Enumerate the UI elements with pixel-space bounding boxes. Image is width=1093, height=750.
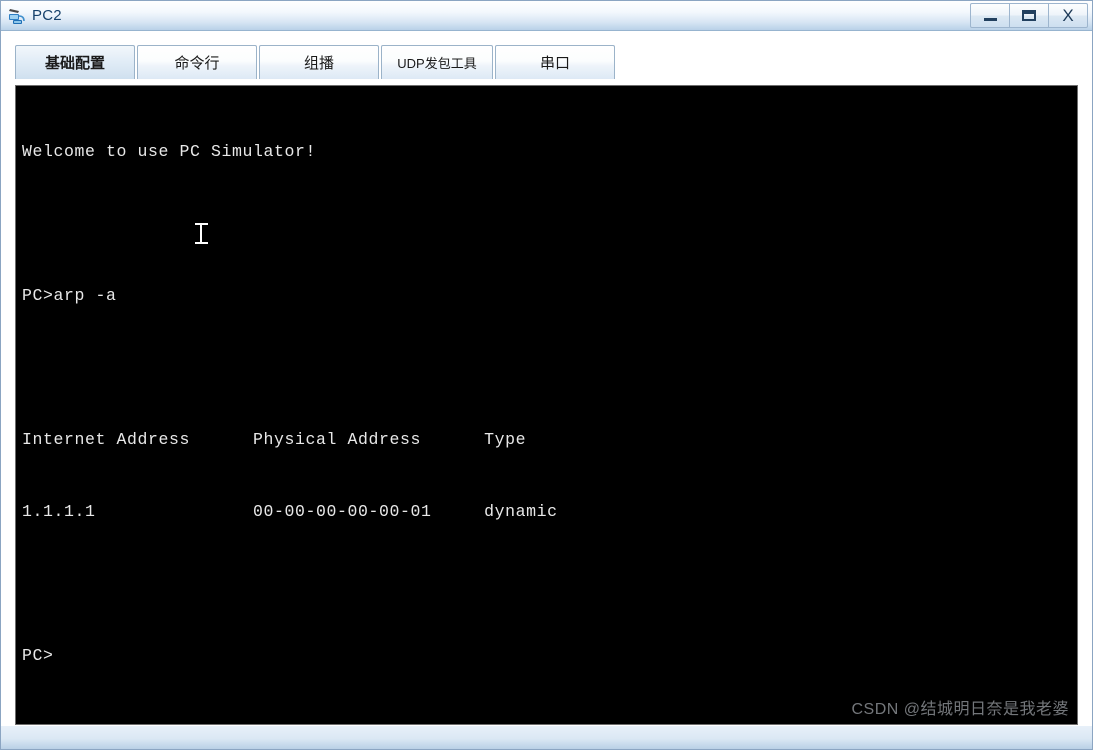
tab-multicast[interactable]: 组播 xyxy=(259,45,379,79)
terminal-line: Welcome to use PC Simulator! xyxy=(22,142,317,161)
maximize-icon xyxy=(1022,10,1036,21)
window-controls: X xyxy=(970,3,1088,28)
pc-device-icon xyxy=(7,6,27,26)
tab-command-line[interactable]: 命令行 xyxy=(137,45,257,79)
minimize-button[interactable] xyxy=(970,3,1010,28)
terminal-line: Internet Address Physical Address Type xyxy=(22,430,527,449)
tab-label: 基础配置 xyxy=(44,55,105,72)
terminal-output[interactable]: Welcome to use PC Simulator! PC>arp -a I… xyxy=(16,86,1077,724)
tab-udp-packet-tool[interactable]: UDP发包工具 xyxy=(381,45,493,79)
terminal-line: 1.1.1.1 00-00-00-00-00-01 dynamic xyxy=(22,502,558,521)
minimize-icon xyxy=(983,17,997,21)
window-title: PC2 xyxy=(32,6,62,24)
maximize-button[interactable] xyxy=(1009,3,1049,28)
tab-label: 组播 xyxy=(303,55,334,72)
title-bar[interactable]: PC2 X xyxy=(1,1,1092,31)
tab-basic-config[interactable]: 基础配置 xyxy=(15,45,135,79)
terminal-line: PC> xyxy=(22,646,54,665)
text-cursor-icon xyxy=(195,222,208,246)
pc-simulator-window: PC2 X 基础配置 命令行 组播 UDP发包工具 串口 Welcome to … xyxy=(0,0,1093,750)
close-icon: X xyxy=(1062,6,1074,25)
tab-label: 串口 xyxy=(539,55,570,72)
tab-label: UDP发包工具 xyxy=(397,56,477,71)
terminal-panel[interactable]: Welcome to use PC Simulator! PC>arp -a I… xyxy=(15,85,1078,725)
tab-serial-port[interactable]: 串口 xyxy=(495,45,615,79)
tab-label: 命令行 xyxy=(174,55,220,72)
window-bottom-chrome xyxy=(1,725,1092,749)
watermark: CSDN @结城明日奈是我老婆 xyxy=(851,701,1069,718)
terminal-line: PC>arp -a xyxy=(22,286,117,305)
tab-strip: 基础配置 命令行 组播 UDP发包工具 串口 xyxy=(1,31,1092,79)
close-button[interactable]: X xyxy=(1048,3,1088,28)
